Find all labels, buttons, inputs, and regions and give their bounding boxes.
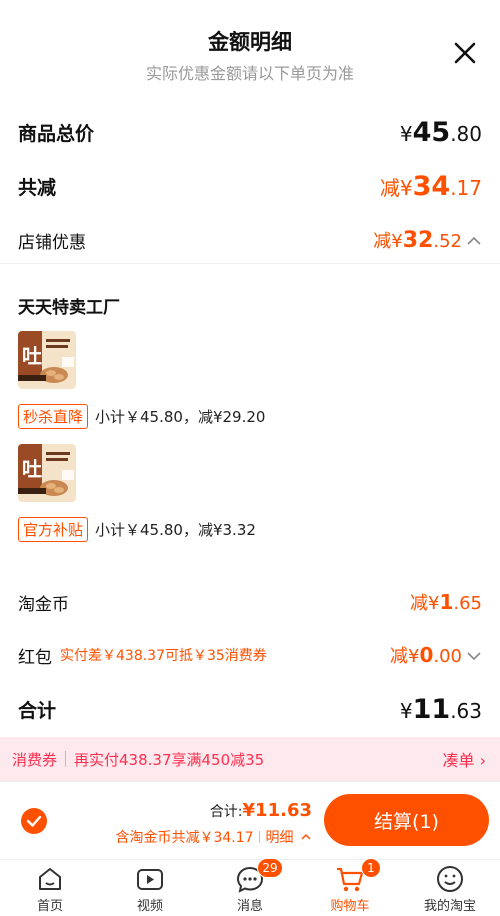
coupon-banner: 消费券 再实付438.37享满450减35 凑单 › [0,737,500,781]
checkout-total-label: 合计: [209,804,243,820]
tab-label: 首页 [36,899,63,914]
amount-decimal: .17 [450,175,482,200]
check-icon [26,815,42,827]
currency-symbol: ¥ [399,698,413,723]
amount-integer: 1 [439,590,454,614]
cart-badge: 1 [361,858,381,878]
taojinbi-amount: 减¥ 1 .65 [410,589,482,615]
grand-total-label: 合计 [18,699,57,722]
shop-discount-row[interactable]: 店铺优惠 减¥ 32 .52 [18,221,482,259]
taojinbi-label: 淘金币 [18,594,69,615]
chevron-down-icon [467,652,481,661]
amount-decimal: .63 [450,698,482,723]
total-reduce-row: 共减 减¥ 34 .17 [18,166,482,206]
amount-decimal: .00 [433,646,462,667]
amount-integer: 34 [412,170,451,202]
promo-row: 官方补贴 小计￥45.80，减¥3.32 [18,517,256,542]
chevron-up-icon [301,833,311,840]
chevron-up-icon [467,236,481,245]
tab-messages[interactable]: 29 消息 [200,858,300,916]
svg-text:吐: 吐 [22,344,42,368]
bottom-tab-bar: 首页 视频 29 消息 1 购物车 我的淘宝 [0,858,500,916]
currency-symbol: ¥ [399,121,413,146]
promo-subtotal: 小计￥45.80，减¥3.32 [95,521,256,539]
total-reduce-label: 共减 [18,176,57,199]
tab-label: 我的淘宝 [423,899,476,914]
goods-total-label: 商品总价 [18,122,95,145]
reduce-prefix: 减¥ [373,231,403,252]
add-items-link[interactable]: 凑单 › [443,747,487,771]
hongbao-amount: 减¥ 0 .00 [390,642,482,668]
grand-total-amount: ¥ 11 .63 [400,694,482,725]
shop-name: 天天特卖工厂 [18,298,120,318]
amount-integer: 32 [402,228,434,253]
promo-tag: 官方补贴 [18,517,89,542]
total-reduce-amount: 减¥ 34 .17 [380,171,482,202]
shop-discount-amount: 减¥ 32 .52 [373,227,482,253]
divider [65,751,67,767]
tab-video[interactable]: 视频 [100,860,200,916]
checkout-button[interactable]: 结算(1) [324,794,489,846]
hongbao-left: 红包 实付差￥438.37可抵￥35消费券 [18,643,267,668]
divider [0,263,500,264]
detail-toggle[interactable]: 明细 [266,827,312,847]
hongbao-label: 红包 [18,647,52,668]
coupon-text: 再实付438.37享满450减35 [74,750,265,769]
tab-label: 消息 [236,899,263,914]
promo-tag: 秒杀直降 [18,404,89,429]
detail-label: 明细 [265,830,294,846]
shop-discount-label: 店铺优惠 [18,232,86,253]
shop-discount-panel: 天天特卖工厂 吐 秒杀直降 小计￥45.80，减¥29.20 吐 官方补贴 小计… [0,263,500,565]
tab-label: 视频 [136,899,163,914]
profile-icon [437,866,463,892]
video-icon [137,869,163,890]
promo-row: 秒杀直降 小计￥45.80，减¥29.20 [18,404,265,429]
close-icon[interactable] [450,38,480,68]
message-badge: 29 [257,858,283,878]
tab-label: 购物车 [330,899,370,914]
home-icon [39,868,61,890]
checkout-total: 合计: ¥11.63 [210,800,312,821]
amount-decimal: .52 [433,231,462,252]
hongbao-note: 实付差￥438.37可抵￥35消费券 [60,648,267,664]
tab-home[interactable]: 首页 [0,860,100,916]
svg-text:吐: 吐 [22,457,42,481]
goods-total-row: 商品总价 ¥ 45 .80 [18,112,482,152]
reduce-prefix: 减¥ [379,175,413,200]
tab-profile[interactable]: 我的淘宝 [400,860,500,916]
amount-integer: 45 [412,116,451,148]
sheet-header: 金额明细 实际优惠金额请以下单页为准 [0,0,500,100]
checkout-bar: 合计: ¥11.63 含淘金币共减￥34.17 明细 结算(1) [0,781,500,859]
tab-cart[interactable]: 1 购物车 [300,858,400,916]
reduce-prefix: 减¥ [409,593,440,614]
grand-total-row: 合计 ¥ 11 .63 [18,689,482,729]
checkout-discount-note: 含淘金币共减￥34.17 明细 [115,827,312,847]
amount-decimal: .80 [450,121,482,146]
product-thumbnail[interactable]: 吐 [18,444,76,502]
select-all-checkbox[interactable] [21,808,47,834]
hongbao-row[interactable]: 红包 实付差￥438.37可抵￥35消费券 减¥ 0 .00 [18,636,482,674]
amount-integer: 11 [412,693,451,725]
reduce-prefix: 减¥ [389,646,420,667]
goods-total-amount: ¥ 45 .80 [400,117,482,148]
product-thumbnail[interactable]: 吐 [18,331,76,389]
sheet-title: 金额明细 [208,30,292,54]
checkout-note-text: 含淘金币共减￥34.17 [115,830,254,846]
coupon-tag: 消费券 [12,750,58,769]
taojinbi-row: 淘金币 减¥ 1 .65 [18,583,482,621]
amount-detail-sheet: 金额明细 实际优惠金额请以下单页为准 商品总价 ¥ 45 .80 共减 减¥ 3… [0,0,500,916]
amount-integer: 0 [419,643,434,667]
sheet-subtitle: 实际优惠金额请以下单页为准 [145,64,354,83]
checkout-total-value: ¥11.63 [242,800,312,821]
divider [258,831,260,843]
amount-decimal: .65 [453,593,482,614]
promo-subtotal: 小计￥45.80，减¥29.20 [95,408,266,426]
